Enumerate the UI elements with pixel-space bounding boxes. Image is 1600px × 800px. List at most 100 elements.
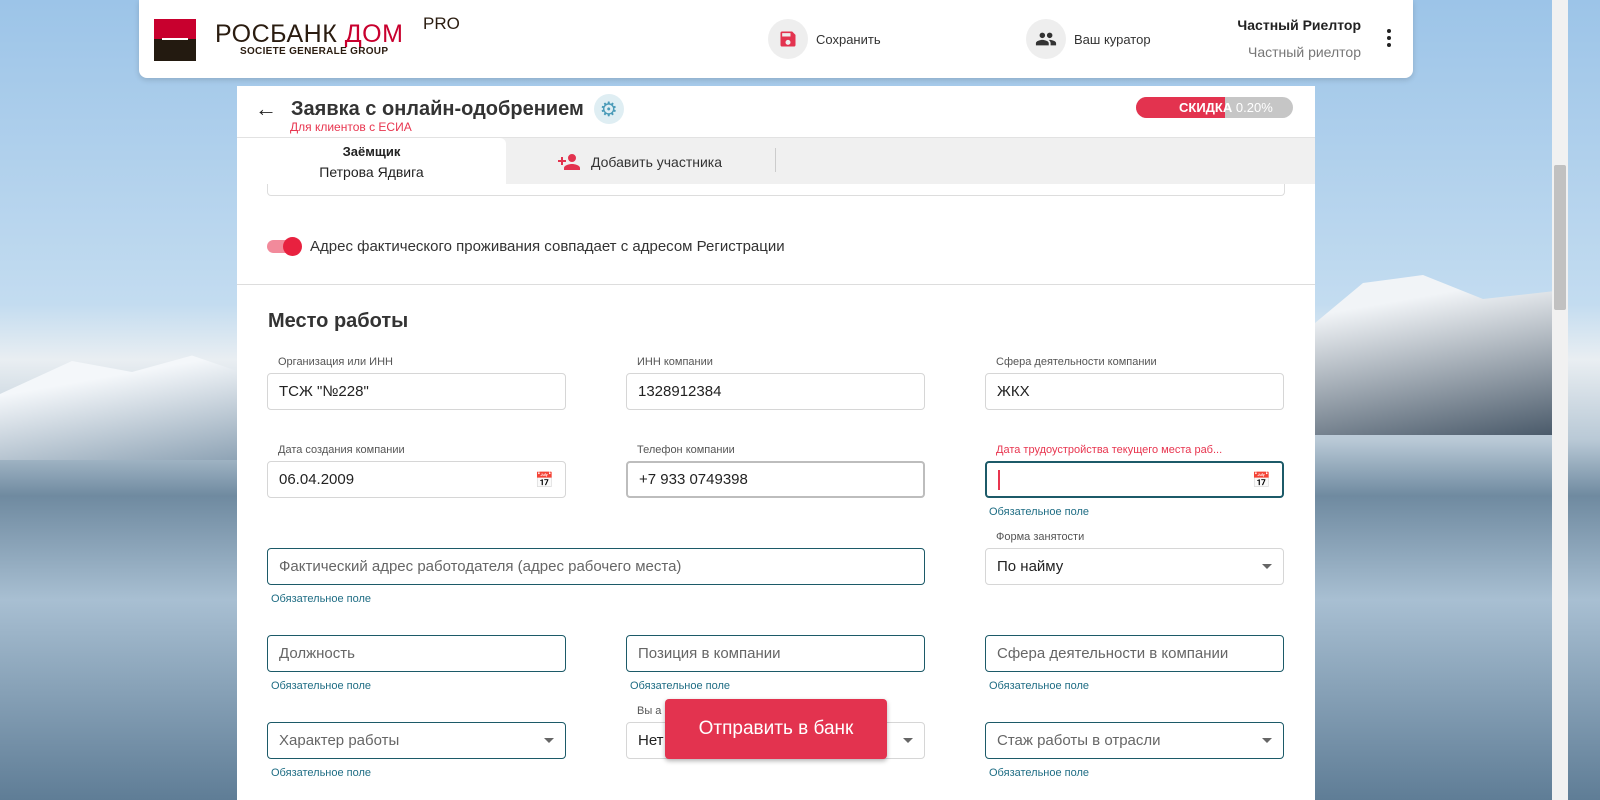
logo-sub: SOCIETE GENERALE GROUP <box>240 46 389 57</box>
company-position-field: Позиция в компании Обязательное поле <box>626 618 925 692</box>
field-label: Форма занятости <box>996 531 1085 543</box>
background-mountains <box>0 355 240 460</box>
page-title: Заявка с онлайн-одобрением <box>291 97 584 120</box>
sphere-input[interactable]: ЖКХ <box>985 373 1284 410</box>
tab-role: Заёмщик <box>342 144 401 159</box>
logo[interactable]: РОСБАНК ДОМ <box>215 20 403 49</box>
back-arrow-icon[interactable]: ← <box>255 96 277 122</box>
org-input[interactable]: ТСЖ "№228" <box>267 373 566 410</box>
save-label: Сохранить <box>816 31 881 47</box>
experience-field: Стаж работы в отрасли Обязательное поле <box>985 705 1284 779</box>
field-label: Дата трудоустройства текущего места раб.… <box>996 444 1223 456</box>
field-label: ИНН компании <box>637 356 713 368</box>
inn-field: ИНН компании 1328912384 <box>626 356 925 410</box>
address-field-partial[interactable] <box>267 184 1285 196</box>
people-icon <box>1026 19 1066 59</box>
user-info[interactable]: Частный Риелтор Частный риелтор <box>1237 17 1361 60</box>
scrollbar-thumb[interactable] <box>1554 165 1566 310</box>
field-placeholder: Сфера деятельности в компании <box>997 645 1229 662</box>
address-field: Фактический адрес работодателя (адрес ра… <box>267 531 925 605</box>
required-hint: Обязательное поле <box>271 767 372 779</box>
discount-value: 0.20% <box>1235 100 1273 115</box>
tab-divider <box>775 148 776 172</box>
employment-field: Форма занятости По найму <box>985 531 1284 585</box>
hired-date-input[interactable]: 📅 <box>985 461 1284 498</box>
add-person-icon <box>558 154 580 170</box>
phone-field: Телефон компании +7 933 0749398 <box>626 444 925 498</box>
add-participant-label: Добавить участника <box>591 154 723 170</box>
created-field: Дата создания компании 06.04.2009 📅 <box>267 444 566 498</box>
org-field: Организация или ИНН ТСЖ "№228" <box>267 356 566 410</box>
work-type-select[interactable]: Характер работы <box>267 722 566 759</box>
field-label: Сфера деятельности компании <box>996 356 1157 368</box>
logo-accent: ДОМ <box>344 20 404 48</box>
save-button[interactable]: Сохранить <box>768 19 881 59</box>
inn-input[interactable]: 1328912384 <box>626 373 925 410</box>
top-header: РОСБАНК ДОМ PRO SOCIETE GENERALE GROUP С… <box>139 0 1413 78</box>
address-input[interactable]: Фактический адрес работодателя (адрес ра… <box>267 548 925 585</box>
page-subtitle: Для клиентов с ЕСИА <box>290 120 412 134</box>
company-sphere-input[interactable]: Сфера деятельности в компании <box>985 635 1284 672</box>
required-hint: Обязательное поле <box>989 767 1090 779</box>
logo-icon <box>154 19 196 61</box>
field-value: 06.04.2009 <box>279 471 355 488</box>
discount-label: СКИДКА <box>1179 100 1233 115</box>
position-field: Должность Обязательное поле <box>267 618 566 692</box>
created-input[interactable]: 06.04.2009 📅 <box>267 461 566 498</box>
add-participant-button[interactable]: Добавить участника <box>557 152 722 172</box>
field-label: Организация или ИНН <box>278 356 393 368</box>
field-label: Дата создания компании <box>278 444 405 456</box>
required-hint: Обязательное поле <box>630 680 731 692</box>
same-address-label: Адрес фактического проживания совпадает … <box>310 238 785 255</box>
background-mountains <box>1315 275 1555 435</box>
required-hint: Обязательное поле <box>271 680 372 692</box>
same-address-toggle[interactable] <box>267 237 302 256</box>
company-sphere-field: Сфера деятельности в компании Обязательно… <box>985 618 1284 692</box>
sphere-field: Сфера деятельности компании ЖКХ <box>985 356 1284 410</box>
field-placeholder: Фактический адрес работодателя (адрес ра… <box>279 558 682 575</box>
application-panel: ← Заявка с онлайн-одобрением ⚙ Для клиен… <box>237 86 1315 800</box>
experience-select[interactable]: Стаж работы в отрасли <box>985 722 1284 759</box>
discount-bar: СКИДКА 0.20% <box>1136 97 1293 118</box>
dropdown-arrow-icon <box>1262 564 1272 569</box>
dropdown-arrow-icon <box>544 738 554 743</box>
position-input[interactable]: Должность <box>267 635 566 672</box>
section-title: Место работы <box>268 310 409 332</box>
phone-input[interactable]: +7 933 0749398 <box>626 461 925 498</box>
company-position-input[interactable]: Позиция в компании <box>626 635 925 672</box>
logo-pro: PRO <box>423 14 460 33</box>
calendar-icon[interactable]: 📅 <box>1252 471 1271 489</box>
user-role: Частный риелтор <box>1248 44 1361 60</box>
required-hint: Обязательное поле <box>989 680 1090 692</box>
required-hint: Обязательное поле <box>989 506 1090 518</box>
participant-tabs: Заёмщик Петрова Ядвига Добавить участника <box>237 137 1315 185</box>
field-value: ЖКХ <box>997 383 1030 400</box>
field-label: Телефон компании <box>637 444 735 456</box>
field-value: 1328912384 <box>638 383 722 400</box>
required-hint: Обязательное поле <box>271 593 372 605</box>
work-type-field: Характер работы Обязательное поле <box>267 705 566 779</box>
dropdown-arrow-icon <box>903 738 913 743</box>
scrollbar[interactable] <box>1552 0 1568 800</box>
field-placeholder: Позиция в компании <box>638 645 781 662</box>
hired-date-field: Дата трудоустройства текущего места раб.… <box>985 444 1284 518</box>
field-value: По найму <box>997 558 1064 575</box>
dropdown-arrow-icon <box>1262 738 1272 743</box>
curator-label: Ваш куратор <box>1074 31 1151 47</box>
gear-icon[interactable]: ⚙ <box>593 94 624 124</box>
field-value: +7 933 0749398 <box>639 471 748 488</box>
calendar-icon[interactable]: 📅 <box>535 471 554 489</box>
employment-select[interactable]: По найму <box>985 548 1284 585</box>
field-placeholder: Должность <box>279 645 355 662</box>
save-icon <box>768 19 808 59</box>
curator-button[interactable]: Ваш куратор <box>1026 19 1151 59</box>
tab-name: Петрова Ядвига <box>319 164 424 180</box>
tab-borrower[interactable]: Заёмщик Петрова Ядвига <box>237 138 506 185</box>
field-placeholder: Характер работы <box>279 732 400 749</box>
more-menu-icon[interactable] <box>1387 29 1391 50</box>
send-to-bank-button[interactable]: Отправить в банк <box>665 699 887 759</box>
section-divider <box>237 284 1315 285</box>
field-placeholder: Стаж работы в отрасли <box>997 732 1161 749</box>
field-value: Нет <box>638 732 664 749</box>
user-name: Частный Риелтор <box>1237 17 1361 33</box>
